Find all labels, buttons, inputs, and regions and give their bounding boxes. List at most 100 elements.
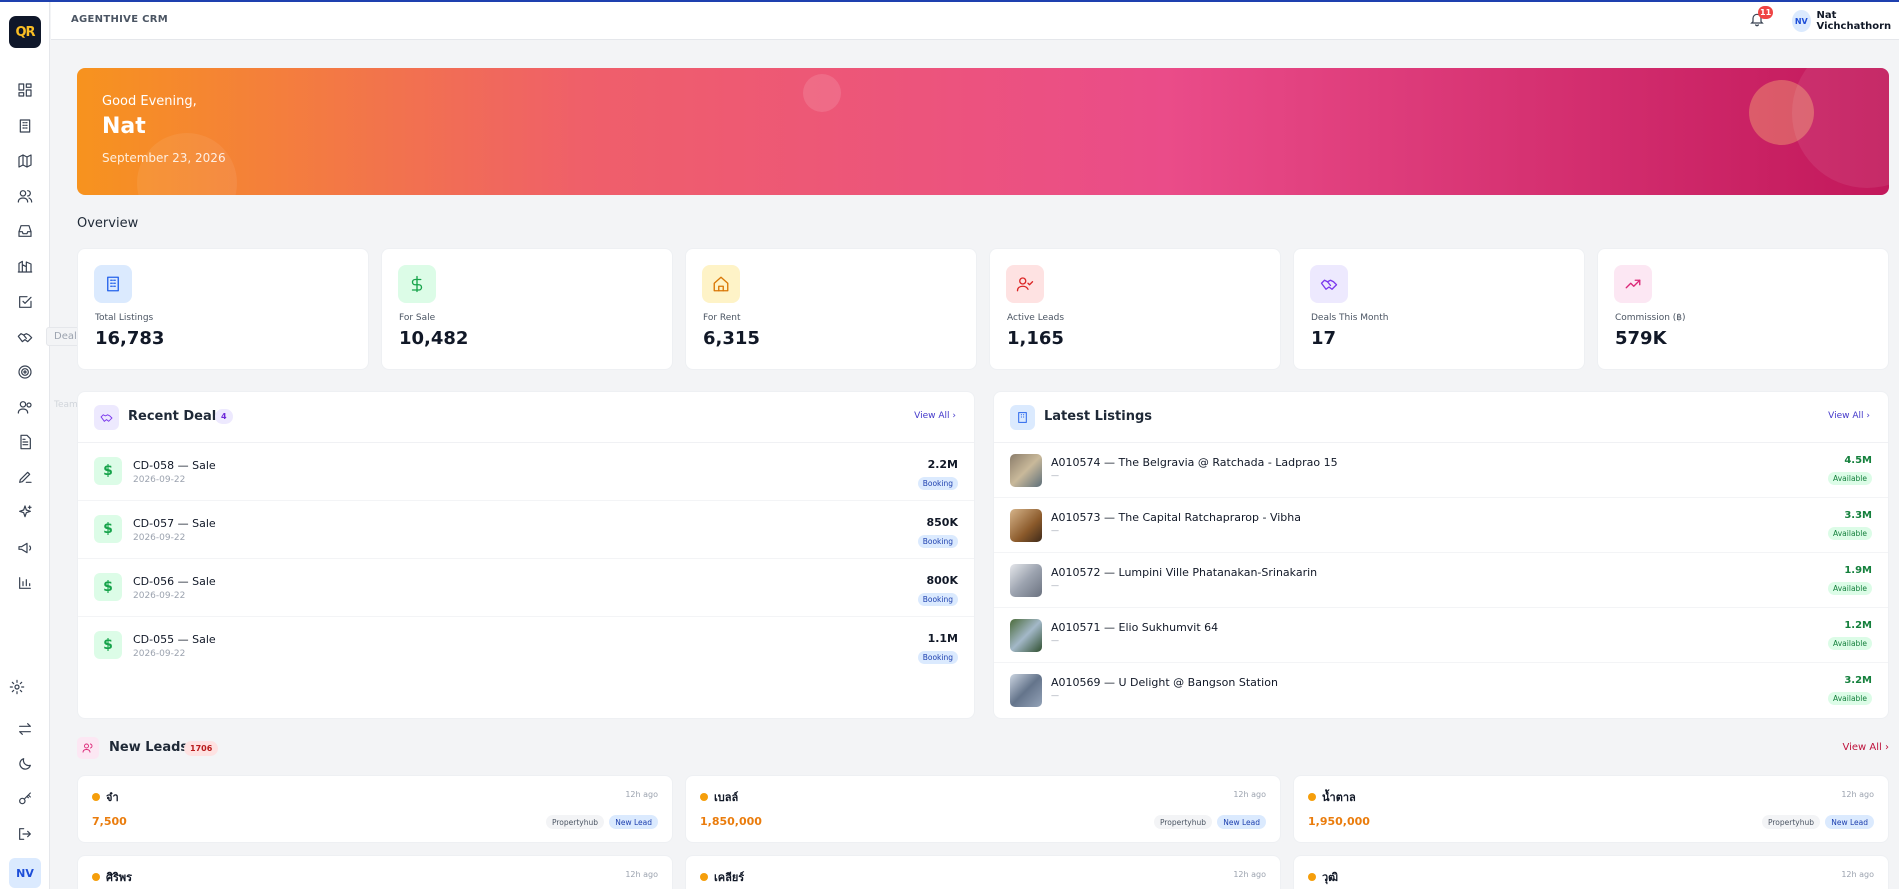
deal-date: 2026-09-22: [133, 533, 186, 543]
sidebar-item-settings[interactable]: [4, 674, 30, 700]
lead-card[interactable]: เบลล์ 12h ago 1,850,000 Propertyhub New …: [685, 775, 1281, 843]
file-icon: [20, 434, 31, 450]
sidebar-avatar[interactable]: NV: [9, 858, 41, 888]
view-all-deals-link[interactable]: View All ›: [914, 411, 956, 421]
sidebar-item-logout[interactable]: [12, 821, 38, 847]
deal-row[interactable]: $ CD-056 — Sale 2026-09-22 800K Booking: [78, 559, 974, 617]
lead-time: 12h ago: [1233, 790, 1266, 799]
lead-time: 12h ago: [1233, 870, 1266, 879]
status-badge: Available: [1828, 637, 1872, 650]
sidebar-item-listings[interactable]: [12, 113, 38, 139]
lead-name: จ๋า: [106, 791, 119, 804]
stat-for-sale[interactable]: For Sale 10,482: [381, 248, 673, 370]
sidebar-item-deals[interactable]: [12, 324, 38, 350]
sidebar-item-dashboard[interactable]: [12, 77, 38, 103]
status-badge: Available: [1828, 582, 1872, 595]
stat-value: 17: [1311, 328, 1337, 349]
listing-sub: —: [1051, 691, 1059, 700]
listing-row[interactable]: A010571 — Elio Sukhumvit 64 — 1.2M Avail…: [994, 608, 1888, 663]
key-icon: [19, 792, 31, 805]
link-label: View All: [914, 411, 950, 421]
sidebar-item-documents[interactable]: [12, 429, 38, 455]
deal-row[interactable]: $ CD-055 — Sale 2026-09-22 1.1M Booking: [78, 617, 974, 675]
sidebar-item-tasks[interactable]: [12, 289, 38, 315]
overview-title: Overview: [77, 216, 139, 231]
count-badge: 4: [215, 409, 233, 424]
sidebar-item-switch[interactable]: [12, 716, 38, 742]
status-badge: Booking: [917, 535, 958, 548]
sidebar-item-reports[interactable]: [12, 570, 38, 596]
lead-time: 12h ago: [625, 790, 658, 799]
listing-price: 3.3M: [1844, 510, 1872, 521]
team-icon: [17, 401, 32, 414]
listing-row[interactable]: A010572 — Lumpini Ville Phatanakan-Srina…: [994, 553, 1888, 608]
deal-amount: 1.1M: [927, 632, 958, 645]
panel-header: Recent Deals 4 View All ›: [78, 392, 974, 443]
sidebar-item-projects[interactable]: [12, 253, 38, 279]
new-leads-header: New Leads 1706 View All ›: [77, 737, 1889, 761]
listing-sub: —: [1051, 471, 1059, 480]
listing-row[interactable]: A010569 — U Delight @ Bangson Station — …: [994, 663, 1888, 718]
lead-card[interactable]: ศิริพร 12h ago: [77, 855, 673, 889]
user-menu[interactable]: NV Nat Vichchathorn: [1792, 10, 1899, 32]
sidebar-item-ai[interactable]: [12, 499, 38, 525]
bar-chart-icon: [19, 577, 31, 589]
lead-name: วุฒิ: [1322, 871, 1339, 884]
listing-price: 1.9M: [1844, 565, 1872, 576]
sidebar-item-targets[interactable]: [12, 359, 38, 385]
listing-title: A010571 — Elio Sukhumvit 64: [1051, 621, 1219, 634]
sidebar-tooltip-faded: Team: [54, 400, 78, 410]
status-dot: [700, 873, 708, 881]
app-logo[interactable]: QR: [9, 16, 41, 48]
sidebar-item-edit[interactable]: [12, 464, 38, 490]
decor-circle: [803, 74, 841, 112]
deal-row[interactable]: $ CD-057 — Sale 2026-09-22 850K Booking: [78, 501, 974, 559]
building-icon: [19, 119, 31, 133]
sidebar-item-leads[interactable]: [12, 183, 38, 209]
sparkle-icon: [19, 505, 32, 518]
lead-name: น้ำตาล: [1322, 791, 1356, 804]
lead-card[interactable]: วุฒิ 12h ago: [1293, 855, 1889, 889]
dollar-icon: $: [94, 515, 122, 543]
listing-row[interactable]: A010573 — The Capital Ratchaprarop - Vib…: [994, 498, 1888, 553]
sidebar-item-map[interactable]: [12, 148, 38, 174]
sidebar-item-theme[interactable]: [12, 751, 38, 777]
deal-title: CD-056 — Sale: [133, 575, 216, 588]
stat-for-rent[interactable]: For Rent 6,315: [685, 248, 977, 370]
listing-sub: —: [1051, 581, 1059, 590]
sidebar-item-team[interactable]: [12, 394, 38, 420]
deal-amount: 800K: [926, 574, 959, 587]
deal-title: CD-058 — Sale: [133, 459, 216, 472]
deal-row[interactable]: $ CD-058 — Sale 2026-09-22 2.2M Booking: [78, 443, 974, 501]
listing-title: A010574 — The Belgravia @ Ratchada - Lad…: [1051, 456, 1338, 469]
stat-deals-this-month[interactable]: Deals This Month 17: [1293, 248, 1585, 370]
deal-title: CD-057 — Sale: [133, 517, 216, 530]
lead-price: 1,850,000: [700, 815, 762, 828]
stat-value: 579K: [1615, 328, 1667, 349]
listing-price: 1.2M: [1844, 620, 1872, 631]
sidebar-item-keys[interactable]: [12, 786, 38, 812]
lead-time: 12h ago: [1841, 870, 1874, 879]
stat-commission[interactable]: Commission (฿) 579K: [1597, 248, 1889, 370]
lead-card[interactable]: จ๋า 12h ago 7,500 Propertyhub New Lead: [77, 775, 673, 843]
deal-title: CD-055 — Sale: [133, 633, 216, 646]
lead-name: เบลล์: [714, 791, 739, 804]
lead-card[interactable]: เคลียร์ 12h ago: [685, 855, 1281, 889]
panel-title: Latest Listings: [1044, 409, 1153, 424]
sidebar-item-inbox[interactable]: [12, 218, 38, 244]
panel-title: Recent Deals: [128, 409, 224, 424]
sidebar-item-marketing[interactable]: [12, 535, 38, 561]
users-icon: [17, 190, 33, 203]
lead-card[interactable]: น้ำตาล 12h ago 1,950,000 Propertyhub New…: [1293, 775, 1889, 843]
dollar-icon: $: [94, 457, 122, 485]
view-all-listings-link[interactable]: View All ›: [1828, 411, 1870, 421]
view-all-leads-link[interactable]: View All ›: [1843, 742, 1890, 753]
stat-active-leads[interactable]: Active Leads 1,165: [989, 248, 1281, 370]
status-badge: Available: [1828, 692, 1872, 705]
status-badge: New Lead: [1825, 815, 1874, 829]
source-badge: Propertyhub: [1761, 815, 1820, 829]
stat-total-listings[interactable]: Total Listings 16,783: [77, 248, 369, 370]
listing-row[interactable]: A010574 — The Belgravia @ Ratchada - Lad…: [994, 443, 1888, 498]
listing-sub: —: [1051, 636, 1059, 645]
stat-label: Active Leads: [1007, 313, 1065, 323]
